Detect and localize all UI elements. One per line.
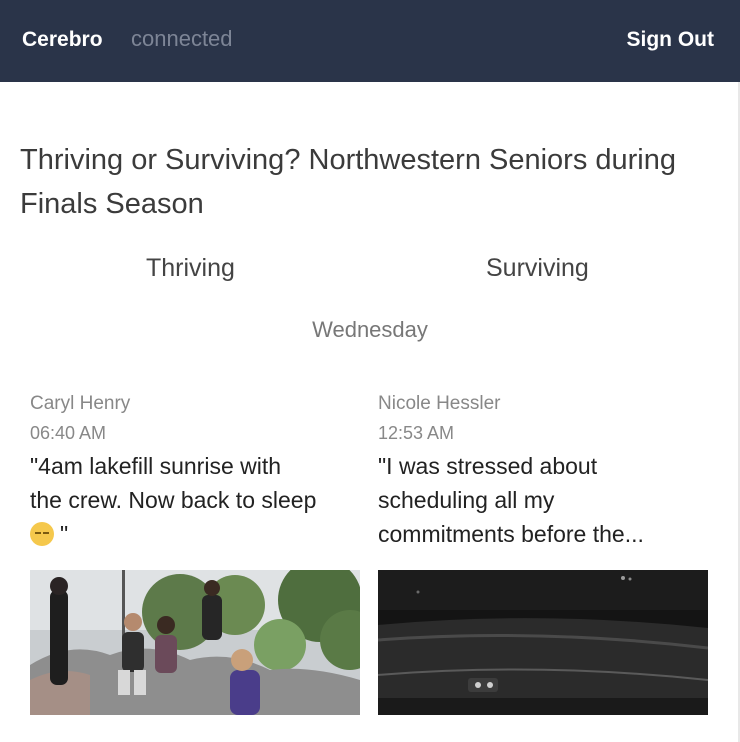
day-heading: Wednesday <box>312 317 428 342</box>
connection-status: connected <box>131 26 233 51</box>
quote-line-end: " <box>30 517 365 551</box>
quote-line: "4am lakefill sunrise with <box>30 453 282 479</box>
top-navbar: Cerebro connected Sign Out <box>0 0 740 82</box>
quote-line: scheduling all my <box>378 487 555 513</box>
post-card-surviving[interactable]: Nicole Hessler 12:53 AM "I was stressed … <box>378 390 713 551</box>
brand-name[interactable]: Cerebro <box>22 28 103 52</box>
tab-surviving[interactable]: Surviving <box>486 254 589 283</box>
post-photo-night[interactable] <box>378 570 708 715</box>
page-title: Thriving or Surviving? Northwestern Seni… <box>20 144 677 220</box>
quote-line: the crew. Now back to sleep <box>30 487 317 513</box>
post-author: Caryl Henry <box>30 393 131 414</box>
post-time: 06:40 AM <box>30 423 107 443</box>
tab-thriving[interactable]: Thriving <box>146 254 235 283</box>
post-card-thriving[interactable]: Caryl Henry 06:40 AM "4am lakefill sunri… <box>30 390 365 551</box>
post-time: 12:53 AM <box>378 423 455 443</box>
post-author: Nicole Hessler <box>378 393 501 414</box>
sign-out-link[interactable]: Sign Out <box>627 28 715 52</box>
sleepy-face-emoji-icon <box>30 522 54 546</box>
post-quote: "4am lakefill sunrise with the crew. Now… <box>30 449 365 551</box>
post-quote: "I was stressed about scheduling all my … <box>378 449 713 551</box>
post-photo-group[interactable] <box>30 570 360 715</box>
quote-line: "I was stressed about <box>378 453 598 479</box>
quote-close-mark: " <box>60 521 69 547</box>
quote-line: commitments before the... <box>378 521 644 547</box>
car-dashboard-night-photo-icon <box>378 570 708 715</box>
group-photo-outdoors-icon <box>30 570 360 715</box>
